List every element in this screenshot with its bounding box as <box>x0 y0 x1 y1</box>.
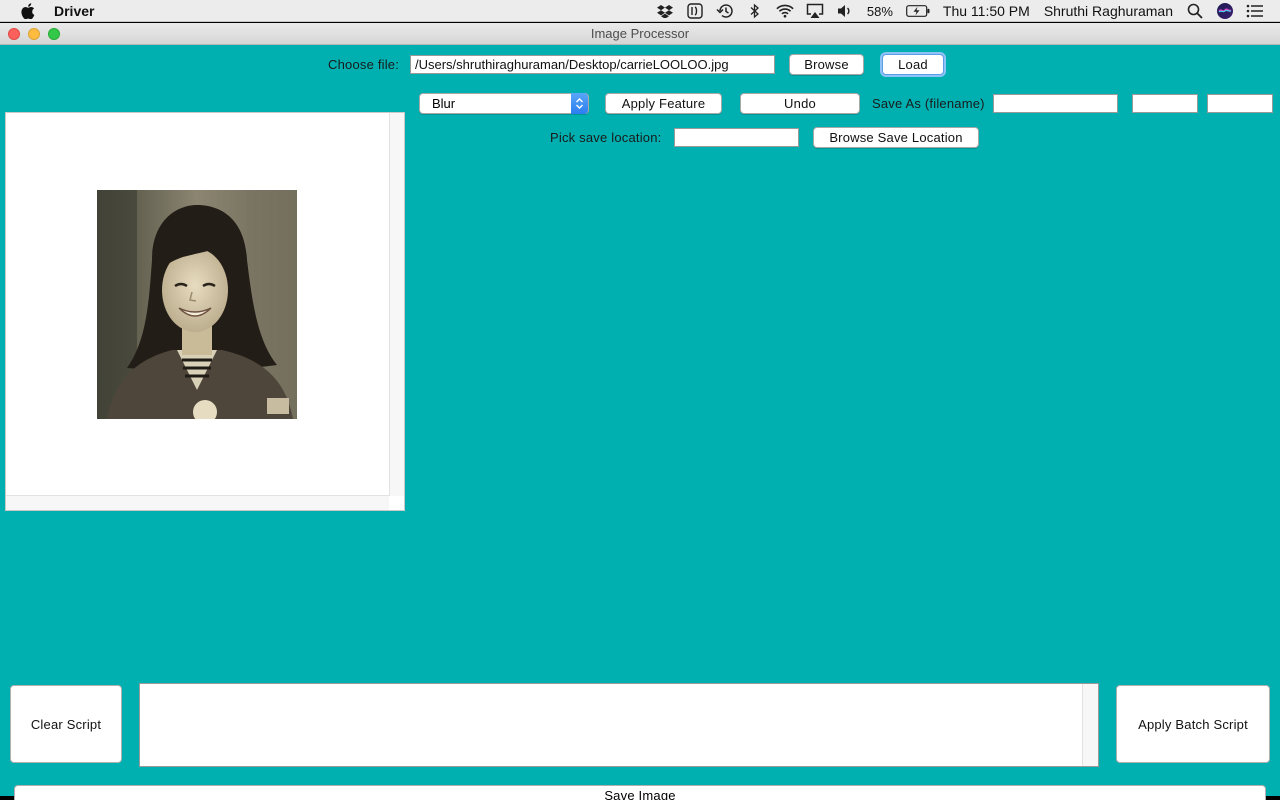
wifi-icon[interactable] <box>776 3 794 19</box>
user-name[interactable]: Shruthi Raghuraman <box>1044 3 1173 19</box>
bluetooth-icon[interactable] <box>746 3 764 19</box>
feature-select-value: Blur <box>432 96 456 111</box>
dropbox-icon[interactable] <box>656 3 674 19</box>
notification-center-icon[interactable] <box>1246 3 1264 19</box>
load-button[interactable]: Load <box>882 54 944 75</box>
file-path-field[interactable]: /Users/shruthiraghuraman/Desktop/carrieL… <box>410 55 775 74</box>
airplay-icon[interactable] <box>806 3 824 19</box>
window-title: Image Processor <box>590 26 690 41</box>
siri-icon[interactable] <box>1216 3 1234 19</box>
spotlight-icon[interactable] <box>1186 3 1204 19</box>
apply-batch-script-button[interactable]: Apply Batch Script <box>1116 685 1270 763</box>
stack-icon[interactable] <box>686 3 704 19</box>
loaded-photo <box>97 190 297 419</box>
apple-menu-icon[interactable] <box>20 2 36 19</box>
battery-percentage: 58% <box>866 3 893 19</box>
batch-script-text <box>140 684 1098 692</box>
battery-icon[interactable] <box>906 3 930 19</box>
save-image-button[interactable]: Save Image <box>14 785 1266 800</box>
extra-field-2[interactable] <box>1207 94 1273 113</box>
clock[interactable]: Thu 11:50 PM <box>943 3 1030 19</box>
preview-horizontal-scrollbar[interactable] <box>6 495 389 510</box>
choose-file-label: Choose file: <box>328 57 400 72</box>
save-as-label: Save As (filename) <box>872 96 985 111</box>
time-machine-icon[interactable] <box>716 3 734 19</box>
save-location-field[interactable] <box>674 128 799 147</box>
menu-bar: Driver 58% Thu 11:50 PM Shruthi Raghuram… <box>0 0 1280 22</box>
window-titlebar: Image Processor <box>0 23 1280 45</box>
image-processor-window: Image Processor Choose file: /Users/shru… <box>0 23 1280 800</box>
minimize-window-button[interactable] <box>28 28 40 40</box>
clear-script-button[interactable]: Clear Script <box>10 685 122 763</box>
close-window-button[interactable] <box>8 28 20 40</box>
save-filename-field[interactable] <box>993 94 1118 113</box>
volume-icon[interactable] <box>836 3 854 19</box>
batch-script-textarea[interactable] <box>139 683 1099 767</box>
status-tray: 58% Thu 11:50 PM Shruthi Raghuraman <box>650 0 1270 22</box>
select-arrows-icon <box>571 93 588 114</box>
zoom-window-button[interactable] <box>48 28 60 40</box>
feature-select[interactable]: Blur <box>419 93 589 114</box>
window-controls <box>8 28 60 40</box>
browse-button[interactable]: Browse <box>789 54 864 75</box>
browse-save-location-button[interactable]: Browse Save Location <box>813 127 979 148</box>
script-scrollbar[interactable] <box>1082 684 1098 766</box>
undo-button[interactable]: Undo <box>740 93 860 114</box>
apply-feature-button[interactable]: Apply Feature <box>605 93 722 114</box>
preview-vertical-scrollbar[interactable] <box>389 113 404 496</box>
app-menu-name[interactable]: Driver <box>54 3 94 19</box>
window-content: Choose file: /Users/shruthiraghuraman/De… <box>0 45 1280 800</box>
extra-field-1[interactable] <box>1132 94 1198 113</box>
save-location-label: Pick save location: <box>550 130 662 145</box>
image-preview-panel[interactable] <box>5 112 405 511</box>
